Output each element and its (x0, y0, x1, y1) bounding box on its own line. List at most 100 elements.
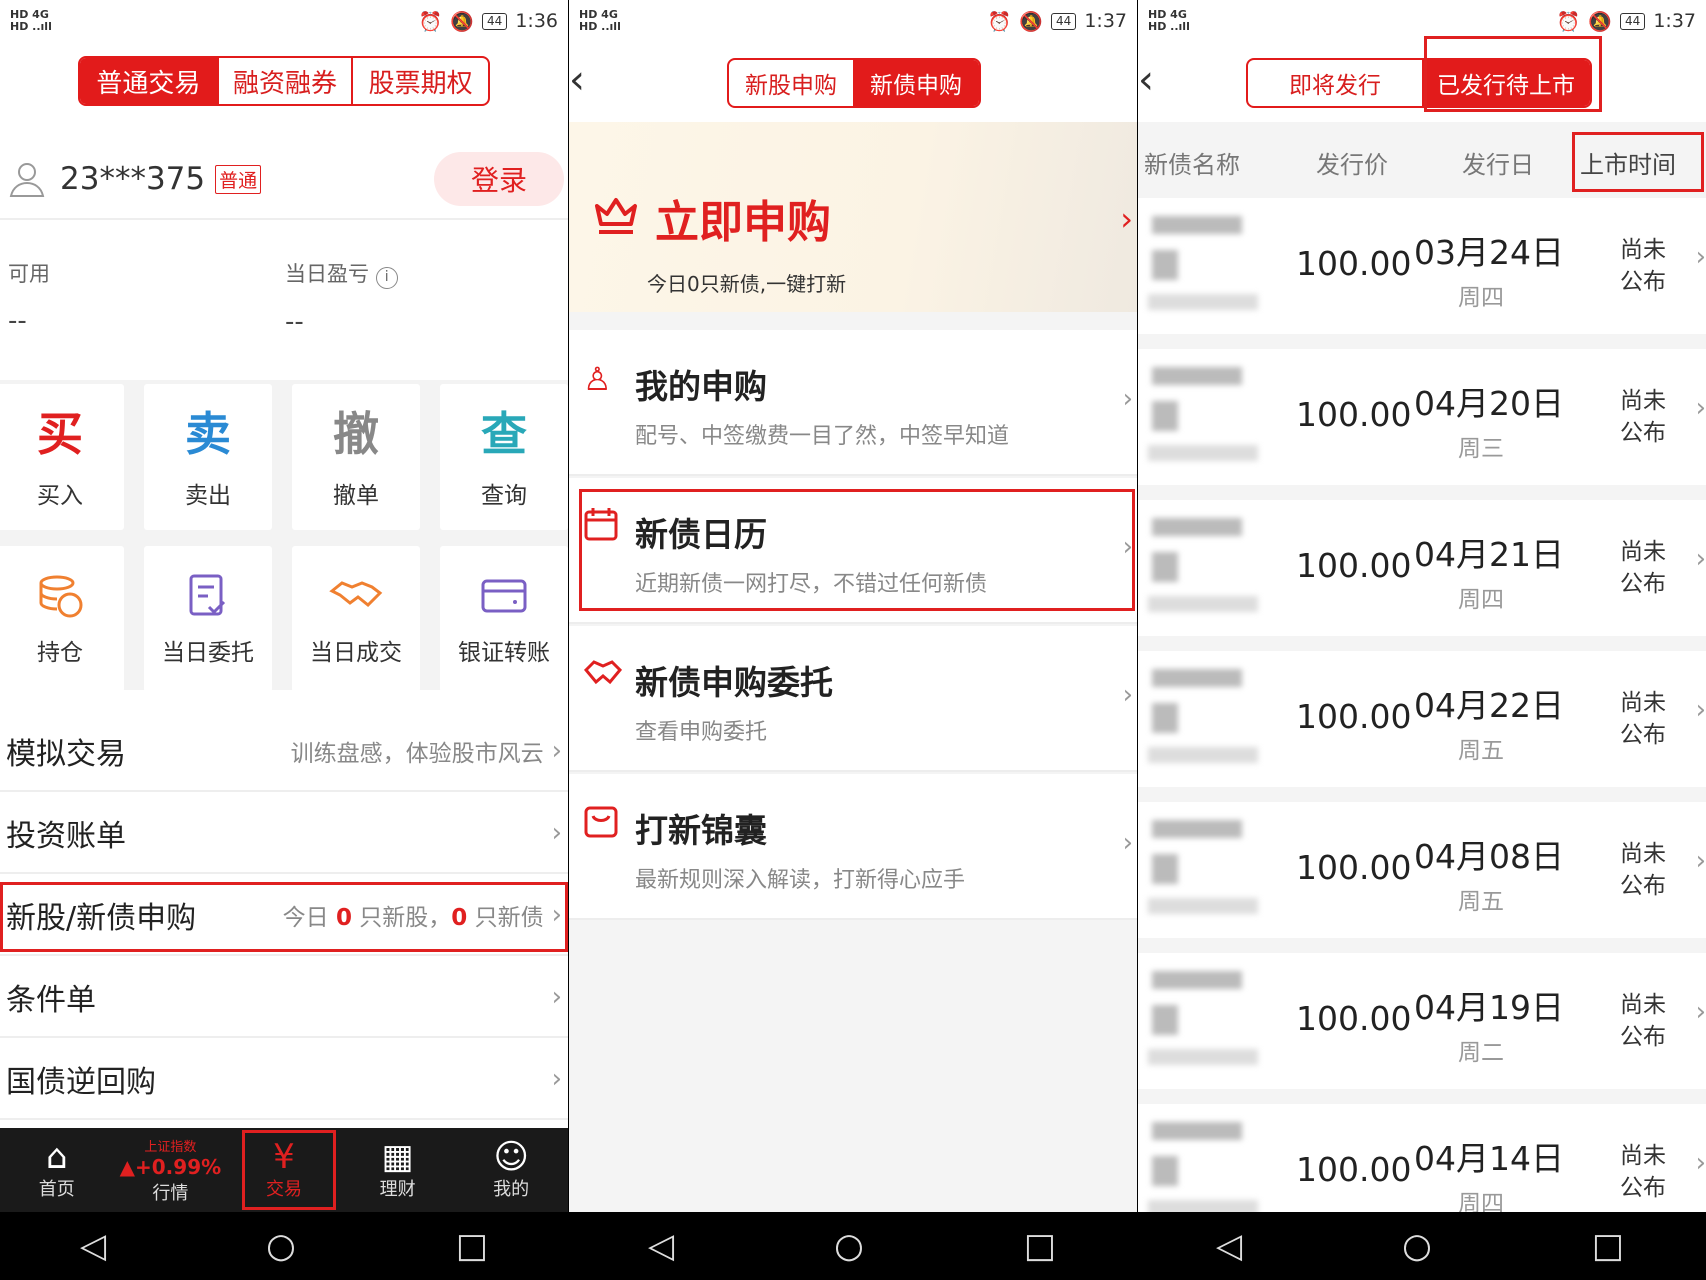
table-row[interactable]: 100.00 04月14日 周四 尚未公布 › (1138, 1104, 1706, 1212)
buy-label: 买入 (37, 483, 83, 509)
person-icon: ☺ (493, 1137, 529, 1177)
chevron-right-icon: › (1695, 846, 1706, 876)
menu-subtitle: 配号、中签缴费一目了然，中签早知道 (635, 424, 1010, 449)
issue-date: 04月19日 (1414, 988, 1564, 1027)
col-issue-date: 发行日 (1462, 150, 1534, 179)
row-title: 模拟交易 (6, 737, 126, 772)
tab-finance[interactable]: ▦ 理财 (341, 1128, 455, 1212)
pnl-value: -- (285, 307, 304, 337)
table-row[interactable]: 100.00 04月19日 周二 尚未公布 › (1138, 953, 1706, 1089)
listing-date: 尚未公布 (1620, 690, 1666, 748)
signal-icon: HD 4G HD ..ıll (579, 8, 621, 33)
bond-subscription-panel: HD 4G HD ..ıll ⏰ 🔕 44 1:37 ‹ 新股申购 新债申购 立即申购 … (569, 0, 1137, 1212)
order-doc-icon (189, 574, 226, 616)
table-row[interactable]: 100.00 04月20日 周三 尚未公布 › (1138, 349, 1706, 485)
list-item-conditional-order[interactable]: 条件单 › (0, 958, 568, 1038)
tab-margin-trade[interactable]: 融资融券 (216, 58, 352, 104)
daily-orders-button[interactable]: 当日委托 (144, 546, 272, 692)
menu-ipo-tips[interactable]: 打新锦囊 最新规则深入解读，打新得心应手 › (569, 774, 1137, 920)
available-value: -- (8, 306, 27, 336)
tab-home[interactable]: ⌂ 首页 (0, 1128, 114, 1212)
mute-icon: 🔕 (1588, 10, 1613, 33)
status-bar: HD 4G HD ..ıll ⏰ 🔕 44 1:37 (569, 0, 1137, 42)
login-button[interactable]: 登录 (434, 152, 564, 206)
menu-my-subscription[interactable]: ♙ 我的申购 配号、中签缴费一目了然，中签早知道 › (569, 330, 1137, 476)
back-icon[interactable]: ‹ (569, 60, 595, 100)
chevron-right-icon: › (1120, 200, 1133, 238)
issue-price: 100.00 (1296, 697, 1412, 736)
list-item-reverse-repo[interactable]: 国债逆回购 › (0, 1040, 568, 1120)
person-icon: ♙ (583, 360, 612, 398)
recent-nav-icon[interactable]: □ (1024, 1226, 1056, 1266)
bond-name-redacted (1138, 210, 1258, 322)
issue-date: 03月24日 (1414, 233, 1564, 272)
daily-deals-button[interactable]: 当日成交 (292, 546, 420, 692)
mute-icon: 🔕 (1019, 10, 1044, 33)
chevron-right-icon: › (1122, 828, 1133, 858)
buy-button[interactable]: 买买入 (0, 384, 124, 530)
tab-label: 行情 (152, 1182, 189, 1204)
subscribe-now-banner[interactable]: 立即申购 今日0只新债,一键打新 › (569, 122, 1137, 312)
banner-title: 立即申购 (655, 197, 831, 248)
status-time: 1:37 (1653, 10, 1696, 32)
table-row[interactable]: 100.00 03月24日 周四 尚未公布 › (1138, 198, 1706, 334)
tab-normal-trade[interactable]: 普通交易 (80, 58, 217, 104)
bond-name-redacted (1138, 814, 1258, 926)
tab-new-bond[interactable]: 新债申购 (853, 60, 979, 106)
account-type-tabs: 普通交易 融资融券 股票期权 (78, 56, 490, 106)
back-nav-icon[interactable]: ◁ (1216, 1226, 1242, 1266)
table-row[interactable]: 100.00 04月21日 周四 尚未公布 › (1138, 500, 1706, 636)
alarm-icon: ⏰ (1556, 10, 1581, 33)
chevron-right-icon: › (551, 982, 562, 1012)
bank-transfer-button[interactable]: 银证转账 (440, 546, 568, 692)
tab-upcoming[interactable]: 即将发行 (1248, 60, 1422, 106)
query-button[interactable]: 查查询 (440, 384, 568, 530)
issue-weekday: 周四 (1458, 1191, 1504, 1212)
table-row[interactable]: 100.00 04月08日 周五 尚未公布 › (1138, 802, 1706, 938)
issue-price: 100.00 (1296, 999, 1412, 1038)
available-funds: 可用 -- (8, 258, 50, 336)
issue-date: 04月08日 (1414, 837, 1564, 876)
account-number: 23***375 (60, 161, 206, 197)
home-nav-icon[interactable]: ○ (1402, 1226, 1432, 1266)
table-row[interactable]: 100.00 04月22日 周五 尚未公布 › (1138, 651, 1706, 787)
menu-title: 新债申购委托 (635, 663, 833, 702)
issue-date: 04月22日 (1414, 686, 1564, 725)
highlight-box (1572, 132, 1704, 192)
issue-date: 04月14日 (1414, 1139, 1564, 1178)
recent-nav-icon[interactable]: □ (456, 1226, 488, 1266)
recent-nav-icon[interactable]: □ (1592, 1226, 1624, 1266)
listing-date: 尚未公布 (1620, 388, 1666, 446)
chevron-right-icon: › (551, 736, 562, 766)
tab-market[interactable]: 上证指数 ▲+0.99% 行情 (114, 1128, 228, 1212)
holdings-button[interactable]: 持仓 (0, 546, 124, 692)
back-icon[interactable]: ‹ (1138, 60, 1164, 100)
chevron-right-icon: › (1695, 695, 1706, 725)
bond-name-redacted (1138, 361, 1258, 473)
pnl-label: 当日盈亏 (285, 262, 369, 286)
menu-bond-orders[interactable]: 新债申购委托 查看申购委托 › (569, 626, 1137, 772)
user-icon (9, 163, 45, 197)
cancel-label: 撤单 (333, 483, 379, 509)
cancel-order-button[interactable]: 撤撤单 (292, 384, 420, 530)
list-item-investment-bill[interactable]: 投资账单 › (0, 794, 568, 874)
back-nav-icon[interactable]: ◁ (648, 1226, 674, 1266)
chevron-right-icon: › (1695, 544, 1706, 574)
home-nav-icon[interactable]: ○ (266, 1226, 296, 1266)
row-title: 投资账单 (6, 819, 126, 854)
issue-date: 04月20日 (1414, 384, 1564, 423)
chevron-right-icon: › (1695, 393, 1706, 423)
tab-new-stock[interactable]: 新股申购 (729, 60, 853, 106)
list-item-simulated-trade[interactable]: 模拟交易 训练盘感，体验股市风云 › (0, 712, 568, 792)
tab-stock-options[interactable]: 股票期权 (351, 58, 488, 104)
back-nav-icon[interactable]: ◁ (80, 1226, 106, 1266)
sell-button[interactable]: 卖卖出 (144, 384, 272, 530)
col-bond-name: 新债名称 (1144, 150, 1240, 179)
tab-mine[interactable]: ☺ 我的 (454, 1128, 568, 1212)
status-bar: HD 4G HD ..ıll ⏰ 🔕 44 1:36 (0, 0, 568, 42)
issue-price: 100.00 (1296, 1150, 1412, 1189)
issue-price: 100.00 (1296, 244, 1412, 283)
home-nav-icon[interactable]: ○ (834, 1226, 864, 1266)
info-icon[interactable]: i (375, 267, 398, 289)
issue-price: 100.00 (1296, 848, 1412, 887)
